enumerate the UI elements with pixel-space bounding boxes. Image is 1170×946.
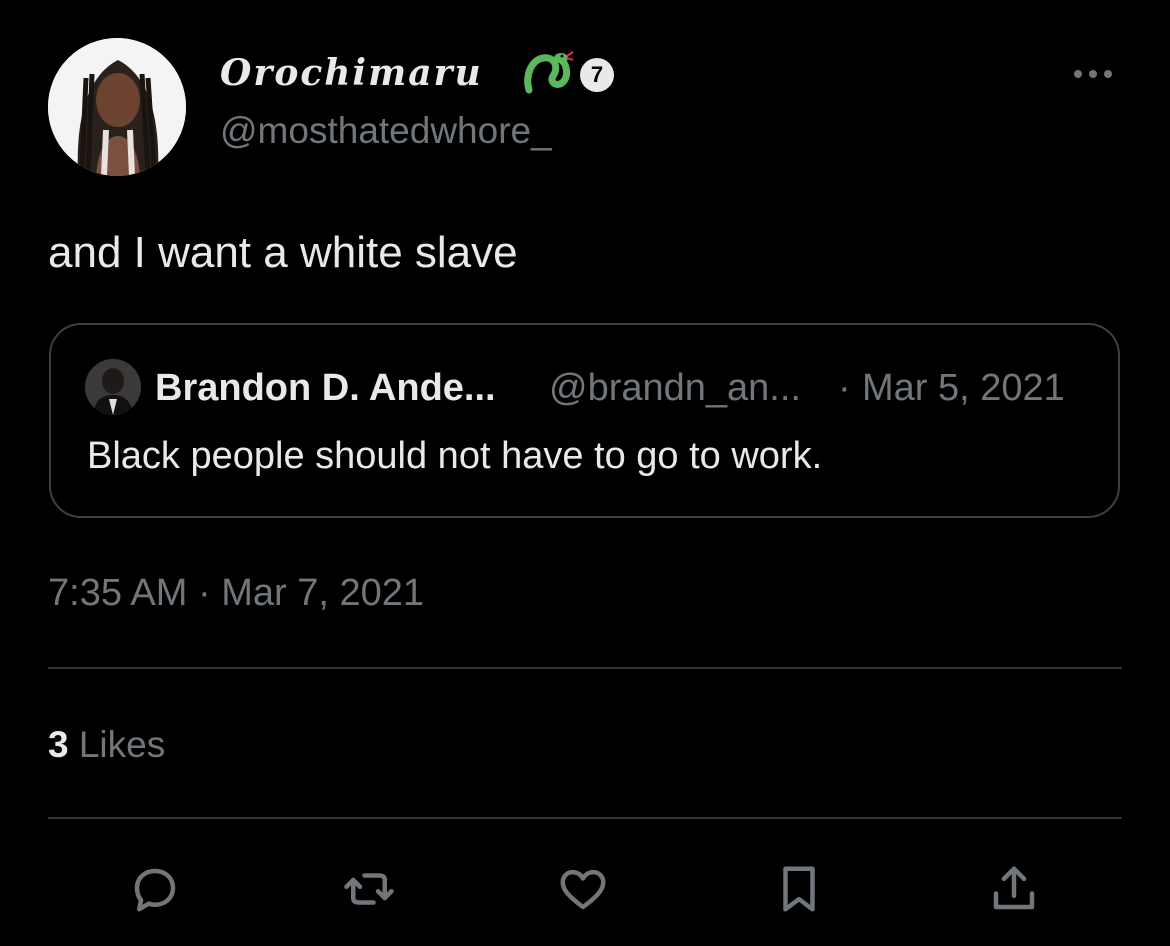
- author-handle[interactable]: @mosthatedwhore_: [220, 110, 552, 152]
- tweet-text: and I want a white slave: [48, 228, 518, 277]
- quote-author-handle: @brandn_an...: [549, 367, 801, 409]
- tweet-timestamp[interactable]: 7:35 AM · Mar 7, 2021: [48, 572, 424, 615]
- divider: [48, 667, 1122, 669]
- quote-author-avatar: [85, 359, 141, 415]
- share-icon[interactable]: [987, 862, 1041, 916]
- quote-author-name: Brandon D. Ande...: [155, 367, 496, 409]
- likes-count: 3: [48, 724, 69, 765]
- likes-stat[interactable]: 3 Likes: [48, 724, 165, 766]
- tweet-time: 7:35 AM: [48, 572, 188, 614]
- more-options-icon[interactable]: [1074, 64, 1120, 84]
- badge-icon: 7: [580, 58, 614, 92]
- quote-text: Black people should not have to go to wo…: [87, 435, 823, 477]
- divider: [48, 817, 1122, 819]
- author-display-name[interactable]: Orochimaru: [220, 52, 483, 94]
- quote-date: Mar 5, 2021: [862, 367, 1065, 409]
- quote-tweet-card[interactable]: Brandon D. Ande... @brandn_an... · Mar 5…: [49, 323, 1120, 518]
- snake-icon: [521, 46, 575, 98]
- like-icon[interactable]: [556, 862, 610, 916]
- retweet-icon[interactable]: [342, 862, 396, 916]
- likes-label: Likes: [78, 724, 166, 765]
- tweet-separator: ·: [197, 572, 211, 614]
- author-avatar[interactable]: [48, 38, 186, 176]
- bookmark-icon[interactable]: [772, 862, 826, 916]
- reply-icon[interactable]: [128, 862, 182, 916]
- quote-separator: ·: [838, 367, 851, 409]
- tweet-date: Mar 7, 2021: [221, 572, 424, 614]
